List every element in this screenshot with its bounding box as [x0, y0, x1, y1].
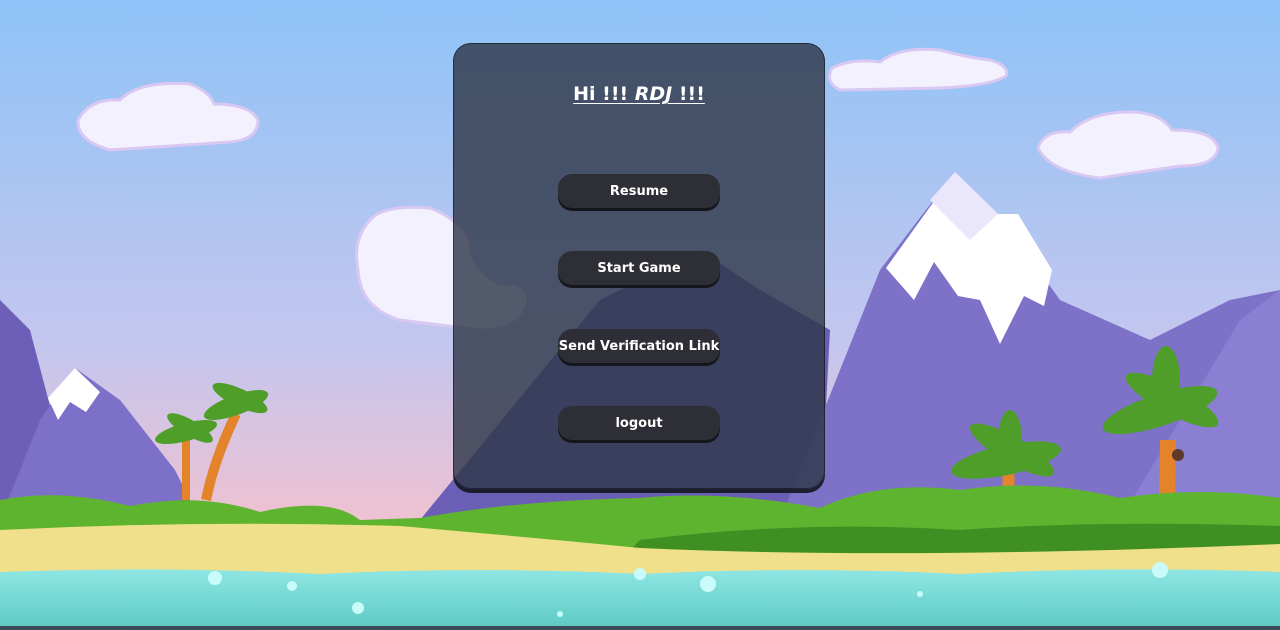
- greeting-prefix: Hi !!!: [573, 83, 635, 105]
- resume-button[interactable]: Resume: [558, 174, 720, 208]
- send-verification-link-button[interactable]: Send Verification Link: [558, 329, 720, 363]
- greeting-suffix: !!!: [672, 83, 705, 105]
- logout-button[interactable]: logout: [558, 406, 720, 440]
- start-game-button[interactable]: Start Game: [558, 251, 720, 285]
- greeting-title: Hi !!! RDJ !!!: [453, 83, 825, 105]
- player-name: RDJ: [634, 83, 673, 105]
- main-menu-panel: Hi !!! RDJ !!! Resume Start Game Send Ve…: [453, 43, 825, 489]
